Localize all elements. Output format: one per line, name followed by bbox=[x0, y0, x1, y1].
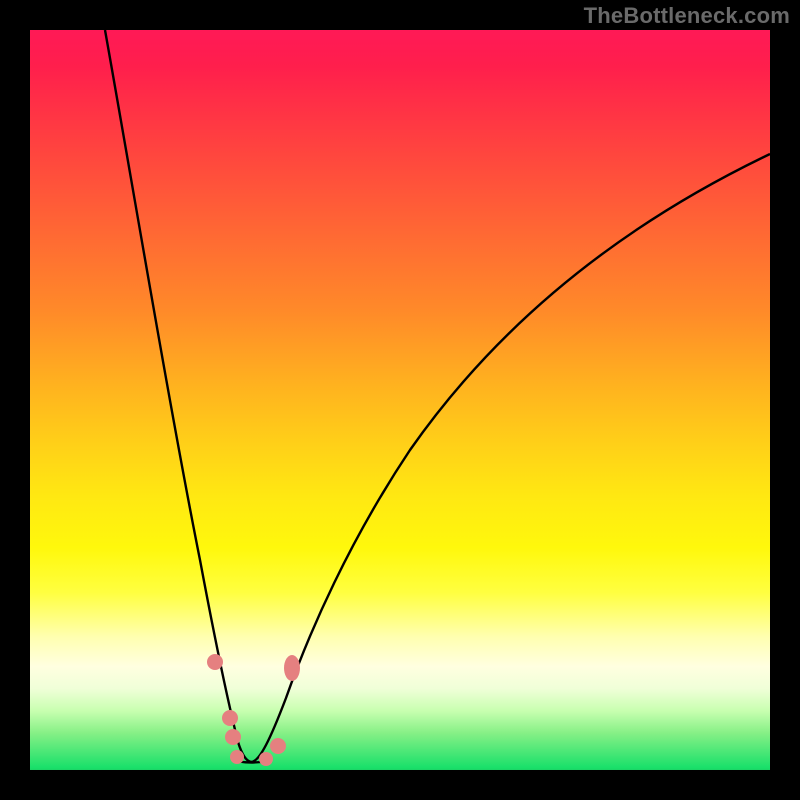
chart-frame: TheBottleneck.com bbox=[0, 0, 800, 800]
oval-right bbox=[284, 655, 300, 681]
curve-layer bbox=[30, 30, 770, 770]
plot-area bbox=[30, 30, 770, 770]
dot-left-mid bbox=[222, 710, 238, 726]
dot-bottom-1 bbox=[230, 750, 244, 764]
curve-left bbox=[105, 30, 252, 762]
dot-bottom-2 bbox=[259, 752, 273, 766]
dot-left-low bbox=[225, 729, 241, 745]
curve-right bbox=[252, 154, 770, 762]
dot-right-low bbox=[270, 738, 286, 754]
dot-left-high bbox=[207, 654, 223, 670]
watermark: TheBottleneck.com bbox=[584, 3, 790, 29]
